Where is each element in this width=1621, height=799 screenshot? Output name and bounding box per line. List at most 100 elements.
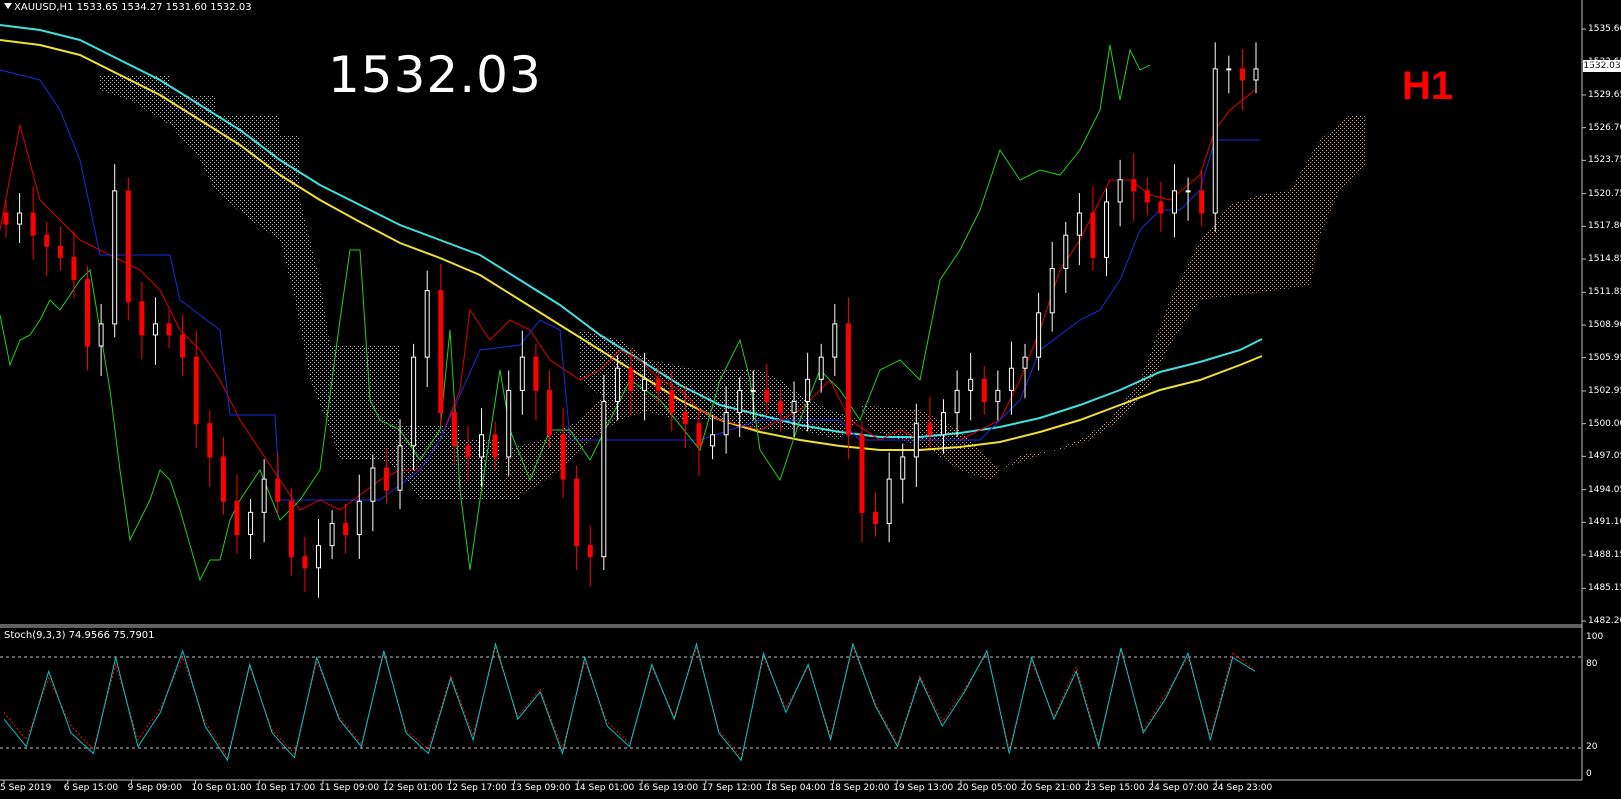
- price-axis-label: 1517.80: [1588, 221, 1621, 232]
- time-axis-label: 10 Sep 17:00: [255, 783, 316, 793]
- candle-body: [560, 434, 566, 480]
- candle-body: [845, 323, 851, 436]
- candle-body: [112, 190, 118, 325]
- candle-body: [125, 190, 131, 303]
- candle-body: [1104, 201, 1110, 258]
- candle-body: [85, 279, 91, 347]
- time-axis-label: 23 Sep 15:00: [1084, 783, 1145, 793]
- candle-body: [750, 389, 756, 392]
- time-axis-label: 5 Sep 2019: [0, 783, 52, 793]
- time-axis-label: 17 Sep 12:00: [701, 783, 762, 793]
- candle-body: [383, 467, 389, 491]
- candle-body: [98, 323, 104, 347]
- time-axis-label: 20 Sep 21:00: [1020, 783, 1081, 793]
- candle-body: [1185, 190, 1191, 193]
- candle-body: [220, 456, 226, 502]
- candle-body: [152, 323, 158, 336]
- candle-body: [438, 290, 444, 414]
- stoch-header: Stoch(9,3,3) 74.9566 75.7901: [4, 630, 155, 641]
- candle-body: [587, 545, 593, 558]
- time-axis-label: 13 Sep 09:00: [510, 783, 571, 793]
- candle-body: [913, 423, 919, 458]
- candle-body: [1199, 190, 1205, 214]
- price-axis-label: 1529.65: [1588, 89, 1621, 100]
- candle-body: [1253, 68, 1259, 81]
- candle-body: [506, 389, 512, 458]
- candle-body: [57, 245, 63, 258]
- time-axis-label: 9 Sep 09:00: [127, 783, 182, 793]
- candle-body: [356, 500, 362, 536]
- candle-body: [288, 500, 294, 558]
- candle-body: [44, 234, 50, 247]
- candle-body: [370, 467, 376, 502]
- candle-body: [492, 434, 498, 458]
- candle-body: [927, 423, 933, 436]
- candle-body: [180, 334, 186, 358]
- time-axis-label: 14 Sep 01:00: [574, 783, 635, 793]
- candle-body: [519, 356, 525, 391]
- candle-body: [533, 356, 539, 391]
- price-axis-label: 1508.90: [1588, 320, 1621, 330]
- candle-body: [995, 389, 1001, 402]
- candle-body: [968, 378, 974, 391]
- price-axis-label: 1485.15: [1588, 583, 1621, 594]
- time-axis-label: 12 Sep 17:00: [446, 783, 507, 793]
- chart-canvas: [0, 0, 1586, 784]
- price-axis-label: 1488.15: [1588, 550, 1621, 561]
- candle-body: [614, 367, 620, 402]
- candle-body: [234, 500, 240, 536]
- candle-body: [981, 378, 987, 402]
- collapse-triangle-icon[interactable]: [4, 3, 12, 9]
- price-axis-label: 1532.65: [1588, 56, 1621, 67]
- candle-body: [628, 367, 634, 391]
- candle-body: [723, 412, 729, 436]
- big-price-label: 1532.03: [328, 46, 542, 104]
- stoch-axis-label: 80: [1586, 659, 1598, 670]
- candle-body: [710, 434, 716, 447]
- candle-body: [1117, 179, 1123, 203]
- price-axis-label: 1505.95: [1588, 352, 1621, 363]
- candle-body: [954, 389, 960, 414]
- candle-body: [207, 423, 213, 458]
- time-axis-label: 24 Sep 23:00: [1212, 783, 1273, 793]
- symbol-header: XAUUSD,H1 1533.65 1534.27 1531.60 1532.0…: [4, 2, 252, 13]
- candle-body: [275, 478, 281, 502]
- price-axis-label: 1535.60: [1588, 24, 1621, 34]
- time-axis-label: 20 Sep 05:00: [957, 783, 1018, 793]
- price-axis-label: 1494.05: [1588, 484, 1621, 495]
- candle-body: [193, 356, 199, 425]
- candle-body: [166, 323, 172, 336]
- candle-body: [805, 378, 811, 402]
- candle-body: [1212, 68, 1218, 214]
- candle-body: [479, 434, 485, 458]
- price-axis-label: 1514.85: [1588, 254, 1621, 265]
- time-axis-label: 16 Sep 19:00: [638, 783, 699, 793]
- stoch-axis-label: 0: [1586, 769, 1592, 779]
- candle-body: [1063, 234, 1069, 269]
- candle-body: [669, 389, 675, 414]
- candle-body: [818, 356, 824, 380]
- candle-body: [941, 412, 946, 436]
- price-axis-label: 1500.00: [1588, 418, 1621, 429]
- timeframe-label: H1: [1402, 64, 1454, 108]
- symbol-line: XAUUSD,H1 1533.65 1534.27 1531.60 1532.0…: [14, 2, 252, 13]
- time-axis-label: 24 Sep 07:00: [1148, 783, 1209, 793]
- candle-body: [574, 478, 580, 547]
- time-axis-label: 18 Sep 20:00: [829, 783, 890, 793]
- candle-body: [601, 400, 607, 558]
- candle-body: [1022, 356, 1028, 369]
- price-axis-ticks: [1582, 28, 1586, 622]
- candle-body: [737, 389, 743, 414]
- candle-body: [139, 301, 145, 336]
- candle-body: [411, 356, 417, 447]
- stoch-axis-label: 20: [1586, 741, 1598, 752]
- candle-body: [302, 556, 308, 569]
- candle-body: [791, 400, 797, 414]
- candle-body: [1049, 267, 1055, 314]
- price-axis-label: 1523.75: [1588, 155, 1621, 166]
- candle-body: [1239, 68, 1245, 81]
- candle-body: [343, 522, 349, 536]
- candle-body: [465, 445, 471, 458]
- candle-body: [1090, 212, 1096, 258]
- candle-body: [1008, 367, 1014, 391]
